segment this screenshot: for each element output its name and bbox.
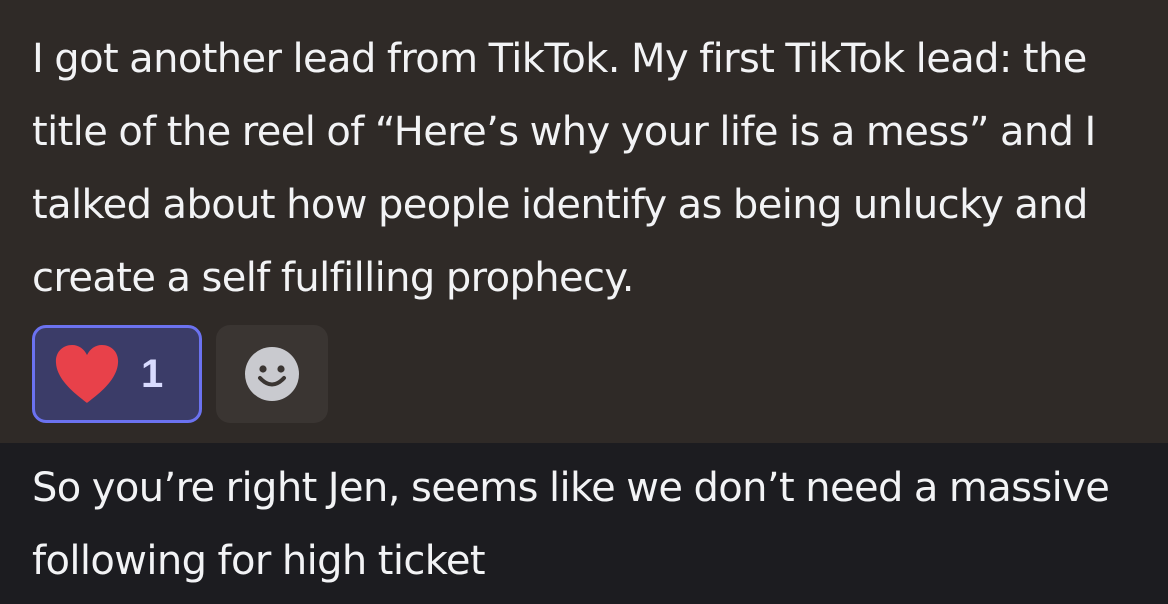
heart-icon bbox=[55, 345, 119, 403]
reaction-count: 1 bbox=[141, 351, 164, 396]
add-reaction-button[interactable] bbox=[216, 325, 328, 423]
message-1: I got another lead from TikTok. My first… bbox=[0, 0, 1168, 443]
chat-message-list: I got another lead from TikTok. My first… bbox=[0, 0, 1168, 604]
message-2: So you’re right Jen, seems like we don’t… bbox=[0, 443, 1168, 604]
message-text: I got another lead from TikTok. My first… bbox=[32, 36, 1096, 301]
heart-reaction-button[interactable]: 1 bbox=[32, 325, 202, 423]
reaction-bar: 1 bbox=[32, 325, 328, 423]
add-reaction-smile-icon bbox=[245, 347, 299, 401]
message-text: So you’re right Jen, seems like we don’t… bbox=[32, 465, 1110, 584]
